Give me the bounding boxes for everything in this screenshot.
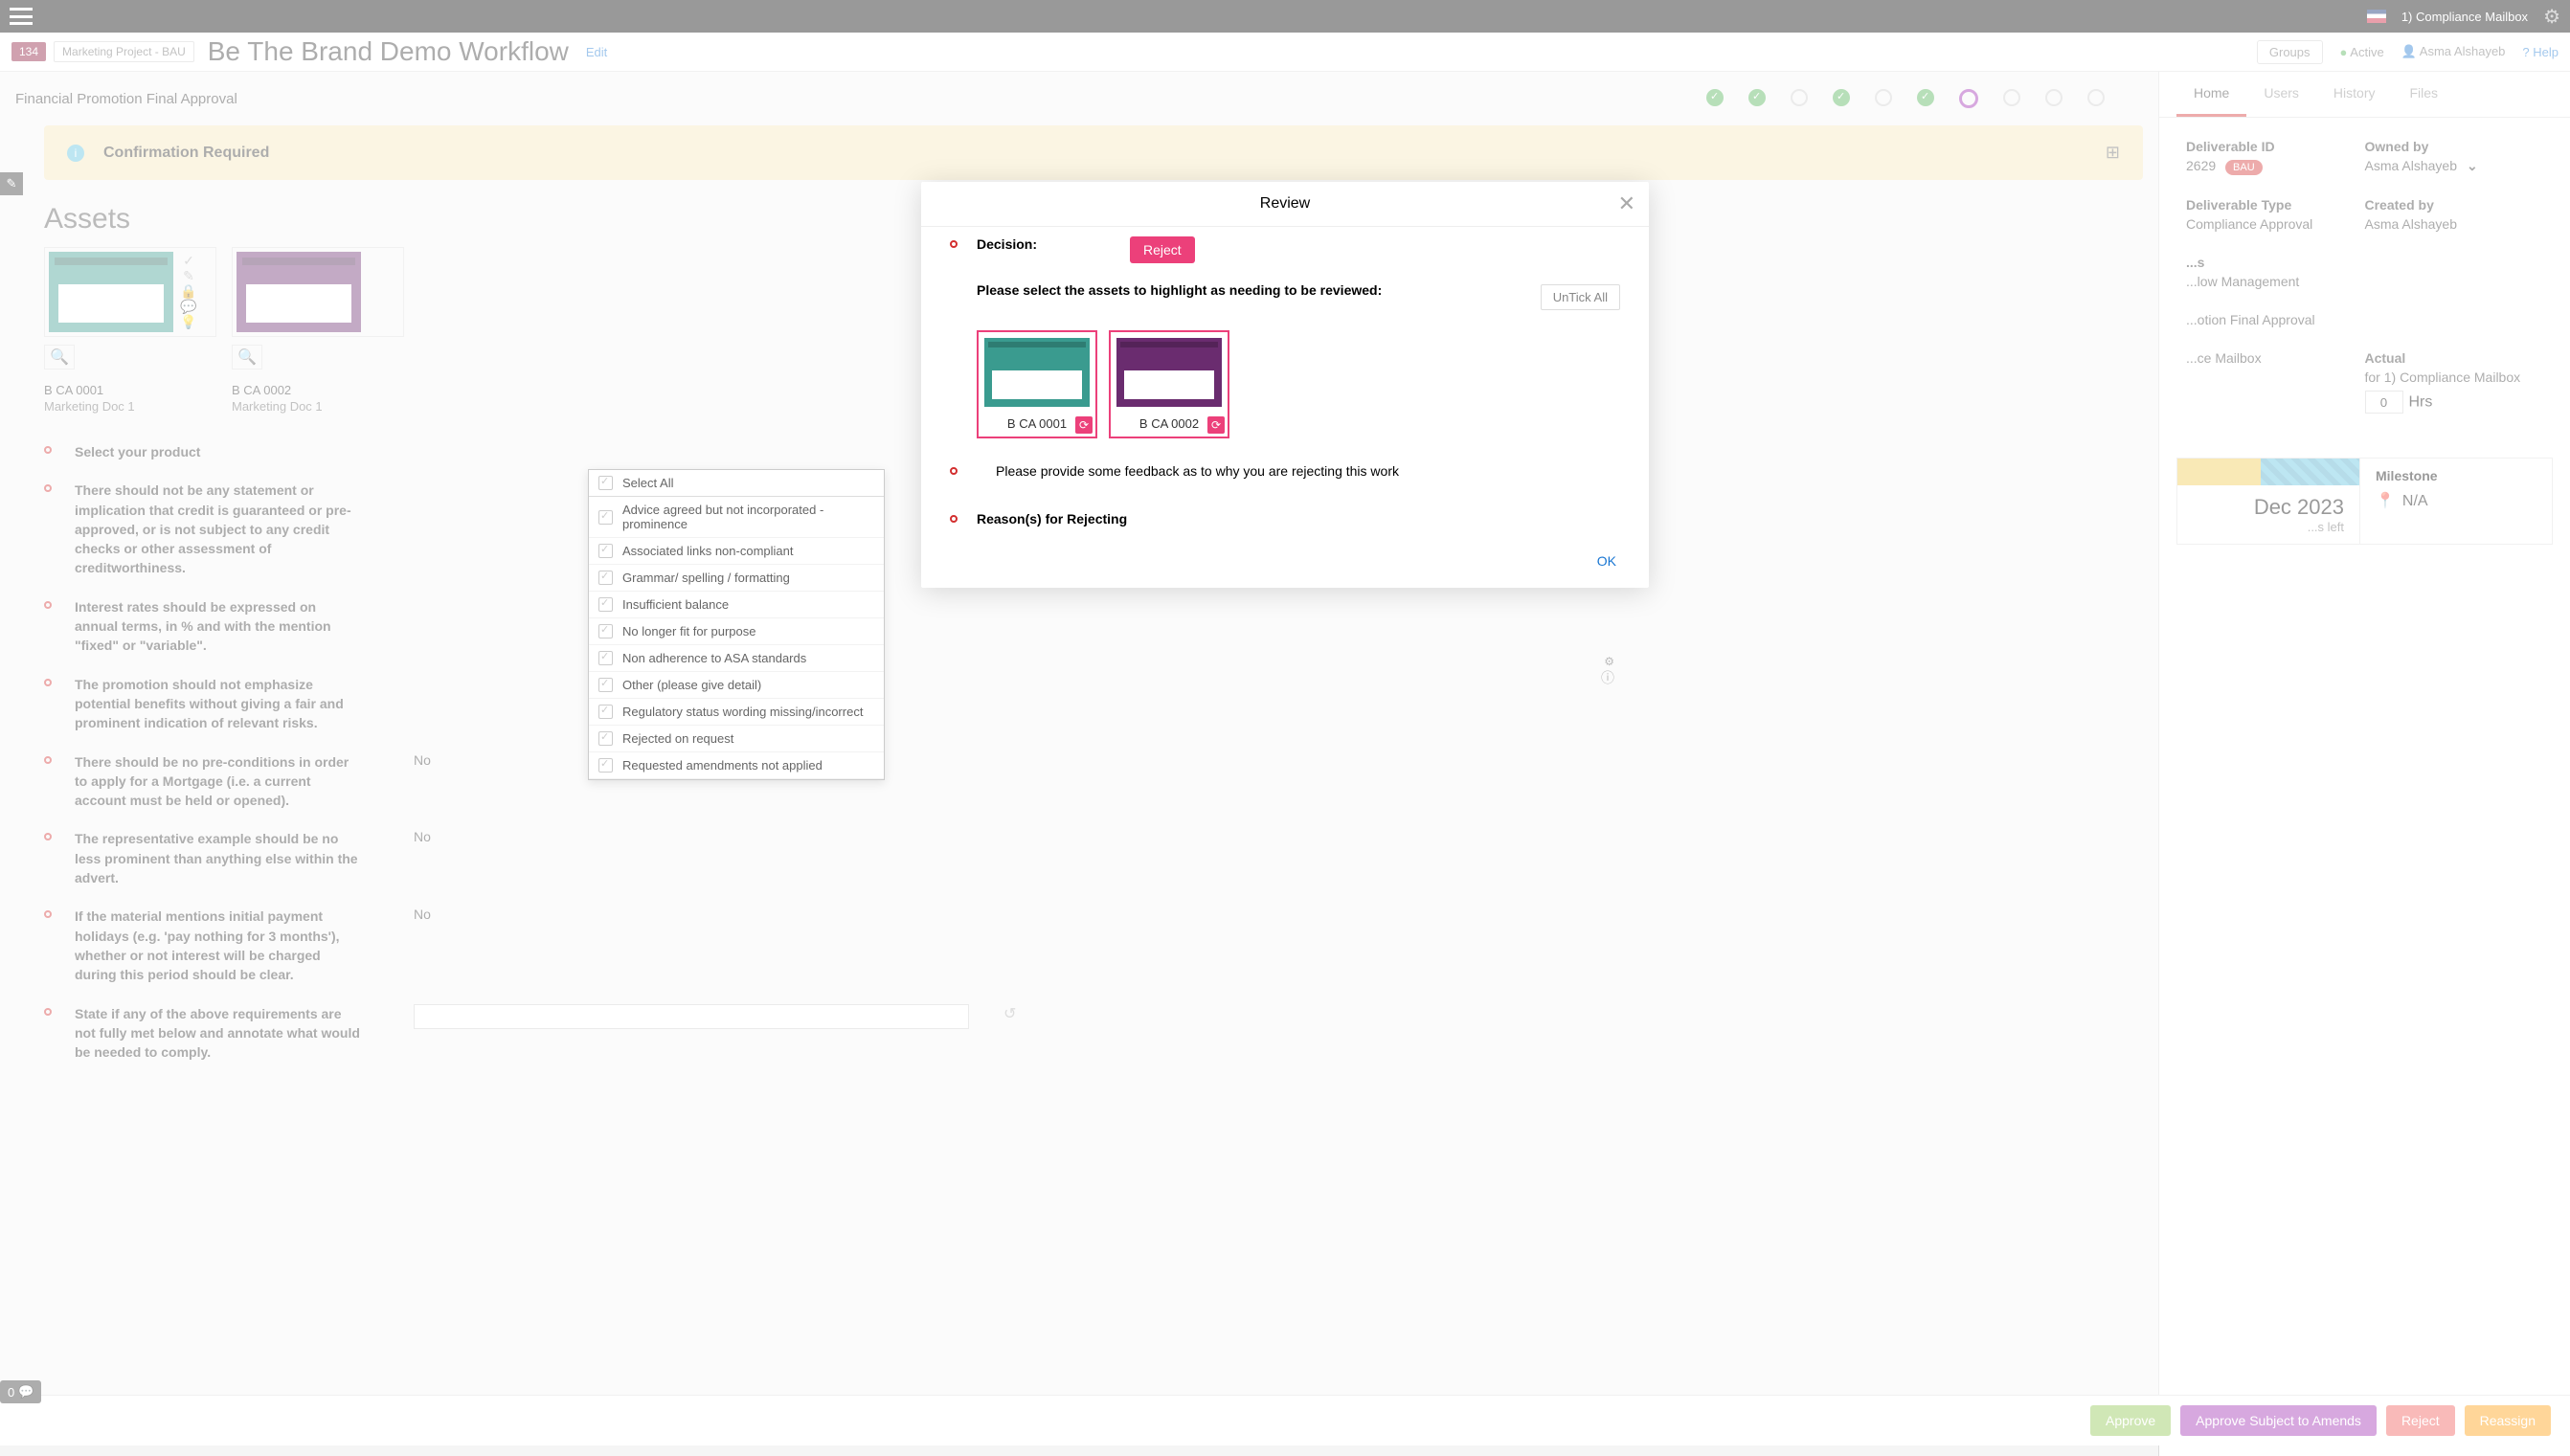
- close-icon[interactable]: ✕: [1618, 191, 1635, 216]
- feedback-label: Please provide some feedback as to why y…: [996, 463, 1620, 479]
- dropdown-item[interactable]: Non adherence to ASA standards: [589, 645, 884, 672]
- dropdown-item[interactable]: Regulatory status wording missing/incorr…: [589, 699, 884, 726]
- dropdown-item-select-all[interactable]: Select All: [589, 470, 884, 497]
- modal-title: Review: [1260, 195, 1310, 212]
- modal-asset[interactable]: B CA 0001 ⟳: [977, 330, 1097, 438]
- checkbox[interactable]: [598, 731, 613, 746]
- modal-overlay: Review ✕ Decision: Reject Please select …: [0, 0, 2570, 1445]
- checkbox[interactable]: [598, 544, 613, 558]
- reasons-dropdown[interactable]: Select All Advice agreed but not incorpo…: [588, 469, 885, 780]
- info-icon[interactable]: ⓘ: [1601, 668, 1614, 687]
- dropdown-item[interactable]: No longer fit for purpose: [589, 618, 884, 645]
- refresh-icon[interactable]: ⟳: [1075, 416, 1093, 434]
- dropdown-item[interactable]: Requested amendments not applied: [589, 752, 884, 779]
- reasons-label: Reason(s) for Rejecting: [977, 511, 1149, 526]
- checkbox[interactable]: [598, 597, 613, 612]
- dropdown-item[interactable]: Other (please give detail): [589, 672, 884, 699]
- checkbox[interactable]: [598, 571, 613, 585]
- decision-value: Reject: [1130, 236, 1195, 263]
- decision-label: Decision:: [977, 236, 1111, 252]
- asset-thumbnail: [1116, 338, 1222, 407]
- checkbox[interactable]: [598, 678, 613, 692]
- ok-button[interactable]: OK: [950, 546, 1620, 569]
- dropdown-item[interactable]: Insufficient balance: [589, 592, 884, 618]
- bullet-icon: [950, 515, 958, 523]
- bullet-icon: [950, 240, 958, 248]
- checkbox[interactable]: [598, 476, 613, 490]
- gear-icon[interactable]: ⚙: [1604, 655, 1614, 668]
- checkbox[interactable]: [598, 510, 613, 525]
- modal-asset-name: B CA 0001: [984, 416, 1090, 431]
- checkbox[interactable]: [598, 705, 613, 719]
- checkbox[interactable]: [598, 651, 613, 665]
- select-assets-label: Please select the assets to highlight as…: [977, 282, 1522, 298]
- dropdown-item[interactable]: Grammar/ spelling / formatting: [589, 565, 884, 592]
- checkbox[interactable]: [598, 758, 613, 773]
- review-modal: Review ✕ Decision: Reject Please select …: [921, 182, 1649, 588]
- modal-asset[interactable]: B CA 0002 ⟳: [1109, 330, 1229, 438]
- untick-all-button[interactable]: UnTick All: [1541, 284, 1620, 310]
- dropdown-item[interactable]: Rejected on request: [589, 726, 884, 752]
- checkbox[interactable]: [598, 624, 613, 638]
- asset-thumbnail: [984, 338, 1090, 407]
- modal-asset-name: B CA 0002: [1116, 416, 1222, 431]
- dropdown-item[interactable]: Associated links non-compliant: [589, 538, 884, 565]
- bullet-icon: [950, 467, 958, 475]
- dropdown-item[interactable]: Advice agreed but not incorporated - pro…: [589, 497, 884, 538]
- refresh-icon[interactable]: ⟳: [1207, 416, 1225, 434]
